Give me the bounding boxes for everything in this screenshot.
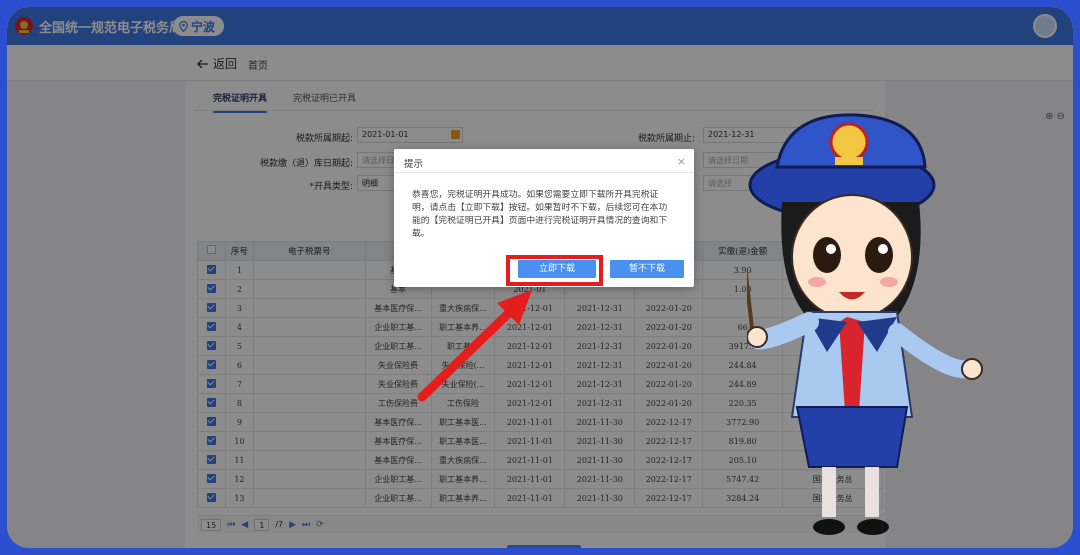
screen-frame: 全国统一规范电子税务局 宁波 返回 首页 完税证明开具 完税证明已开具 税款所属… [7,7,1073,548]
tax-officer-mascot [747,113,983,535]
